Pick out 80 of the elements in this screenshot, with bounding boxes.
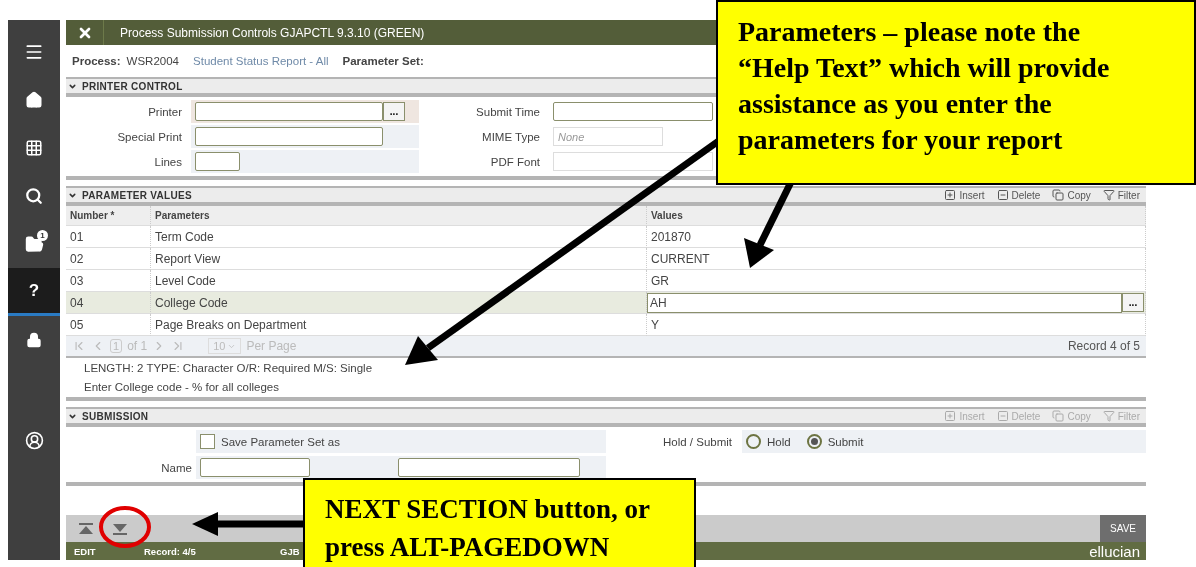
lines-field[interactable] xyxy=(195,152,240,171)
callout-note: NEXT SECTION button, or press ALT-PAGEDOWN xyxy=(303,478,696,567)
callout-note: Parameters – please note the “Help Text” which will provide assistance as you enter the parameters for your report xyxy=(716,0,1196,185)
table-cell: Y xyxy=(647,314,1146,336)
status-record: Record: 4/5 xyxy=(144,545,197,557)
page-count: of 1 xyxy=(127,339,148,353)
field-label: PDF Font xyxy=(489,155,541,168)
text-field[interactable] xyxy=(553,102,713,121)
field-label: Printer xyxy=(147,105,183,118)
help-text: Enter College code - % for all colleges xyxy=(84,381,280,393)
plus-icon xyxy=(944,189,957,201)
section-title[interactable]: PRINTER CONTROL xyxy=(66,80,183,92)
help-nav-item[interactable]: ? xyxy=(8,268,60,316)
process-label: Process: xyxy=(72,55,121,67)
table-cell: Report View xyxy=(151,248,647,270)
checkbox[interactable] xyxy=(200,434,215,449)
lookup-button[interactable]: ... xyxy=(383,102,405,121)
save-button[interactable]: SAVE xyxy=(1100,515,1146,542)
field-label: Hold / Submit xyxy=(662,435,732,448)
insert-button[interactable]: Insert xyxy=(938,189,991,201)
radio-label: Hold xyxy=(767,435,791,448)
per-page-label: Per Page xyxy=(246,339,297,353)
column-header: Number * xyxy=(66,206,151,226)
field-label: Special Print xyxy=(116,130,183,143)
folder-icon xyxy=(24,234,44,254)
table-cell: GR xyxy=(647,270,1146,292)
copy-button[interactable]: Copy xyxy=(1046,189,1097,201)
lock-icon xyxy=(26,332,42,348)
minus-icon xyxy=(996,189,1009,201)
folder-nav-item[interactable]: 1 xyxy=(8,220,60,268)
process-name-link[interactable]: Student Status Report - All xyxy=(193,55,329,67)
grid-icon xyxy=(25,139,43,157)
table-cell: 03 xyxy=(66,270,151,292)
field-label: Name xyxy=(160,461,193,474)
copy-icon xyxy=(1052,189,1065,201)
field-label: MIME Type xyxy=(481,130,541,143)
delete-button[interactable]: Delete xyxy=(990,189,1047,201)
table-cell: Term Code xyxy=(151,226,647,248)
previous-section-button[interactable] xyxy=(78,521,94,536)
field-label: Lines xyxy=(153,155,183,168)
printer-field[interactable] xyxy=(195,102,383,121)
section-title[interactable]: PARAMETER VALUES xyxy=(66,189,192,201)
table-cell: 01 xyxy=(66,226,151,248)
field-label: Submit Time xyxy=(475,105,541,118)
help-text: LENGTH: 2 TYPE: Character O/R: Required M/S: Single xyxy=(84,362,374,374)
filter-icon xyxy=(1102,189,1115,201)
table-cell: 05 xyxy=(66,314,151,336)
record-count: Record 4 of 5 xyxy=(1067,339,1140,353)
text-field[interactable] xyxy=(195,127,383,146)
radio-label: Submit xyxy=(827,435,864,448)
checkbox-label: Save Parameter Set as xyxy=(221,435,340,448)
column-header: Parameters xyxy=(151,206,647,226)
table-cell: CURRENT xyxy=(647,248,1146,270)
process-code: WSR2004 xyxy=(126,55,179,67)
table-cell: 02 xyxy=(66,248,151,270)
home-icon xyxy=(25,91,43,109)
section-title[interactable]: SUBMISSION xyxy=(66,410,149,422)
count-badge: 1 xyxy=(37,230,48,241)
table-cell: 04 xyxy=(66,292,151,314)
table-cell: Page Breaks on Department xyxy=(151,314,647,336)
user-icon xyxy=(24,430,44,450)
column-header: Values xyxy=(647,206,1146,226)
highlight-circle xyxy=(99,506,151,548)
lookup-button[interactable]: ... xyxy=(1122,292,1144,312)
value-field[interactable]: AH xyxy=(647,292,1122,313)
radio-button[interactable] xyxy=(806,434,822,449)
table-cell: College Code xyxy=(151,292,647,314)
text-field[interactable] xyxy=(398,458,580,477)
name-field[interactable] xyxy=(200,458,310,477)
table-cell: 201870 xyxy=(647,226,1146,248)
search-icon xyxy=(25,187,43,205)
window-title: Process Submission Controls GJAPCTL 9.3.10 (GREEN) xyxy=(120,25,425,40)
filter-button[interactable]: Filter xyxy=(1096,189,1146,201)
table-cell: Level Code xyxy=(151,270,647,292)
parameter-set-label: Parameter Set: xyxy=(342,55,424,67)
status-mode: EDIT xyxy=(74,545,97,557)
next-section-button[interactable] xyxy=(112,521,128,536)
brand-logo: ellucian xyxy=(1089,542,1141,560)
radio-button[interactable] xyxy=(746,434,761,449)
menu-icon xyxy=(24,42,44,62)
